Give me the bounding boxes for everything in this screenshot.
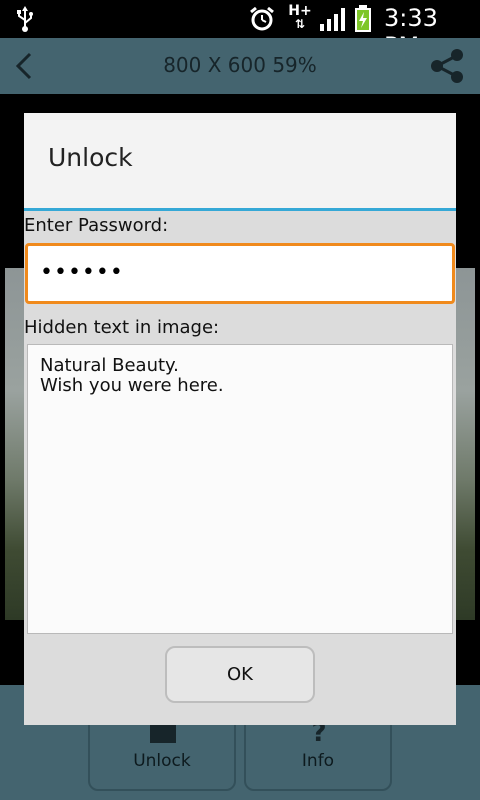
ok-button[interactable]: OK — [165, 646, 315, 703]
hidden-text-line: Natural Beauty. — [40, 355, 179, 376]
network-hplus-icon: H+ ⇅ — [288, 3, 312, 31]
password-field[interactable]: •••••• — [25, 243, 455, 304]
password-label: Enter Password: — [24, 215, 169, 236]
battery-charging-icon — [355, 5, 371, 32]
signal-icon — [320, 8, 345, 31]
hidden-text-area[interactable]: Natural Beauty. Wish you were here. — [27, 344, 453, 634]
hidden-text-label: Hidden text in image: — [24, 317, 220, 338]
unlock-dialog: Unlock Enter Password: •••••• Hidden tex… — [24, 113, 456, 725]
status-bar: H+ ⇅ 3:33 PM — [0, 0, 480, 60]
alarm-icon — [250, 6, 274, 31]
dialog-header: Unlock — [24, 113, 456, 211]
usb-icon — [17, 6, 33, 32]
hidden-text-line: Wish you were here. — [40, 375, 224, 396]
dialog-title: Unlock — [48, 143, 133, 172]
